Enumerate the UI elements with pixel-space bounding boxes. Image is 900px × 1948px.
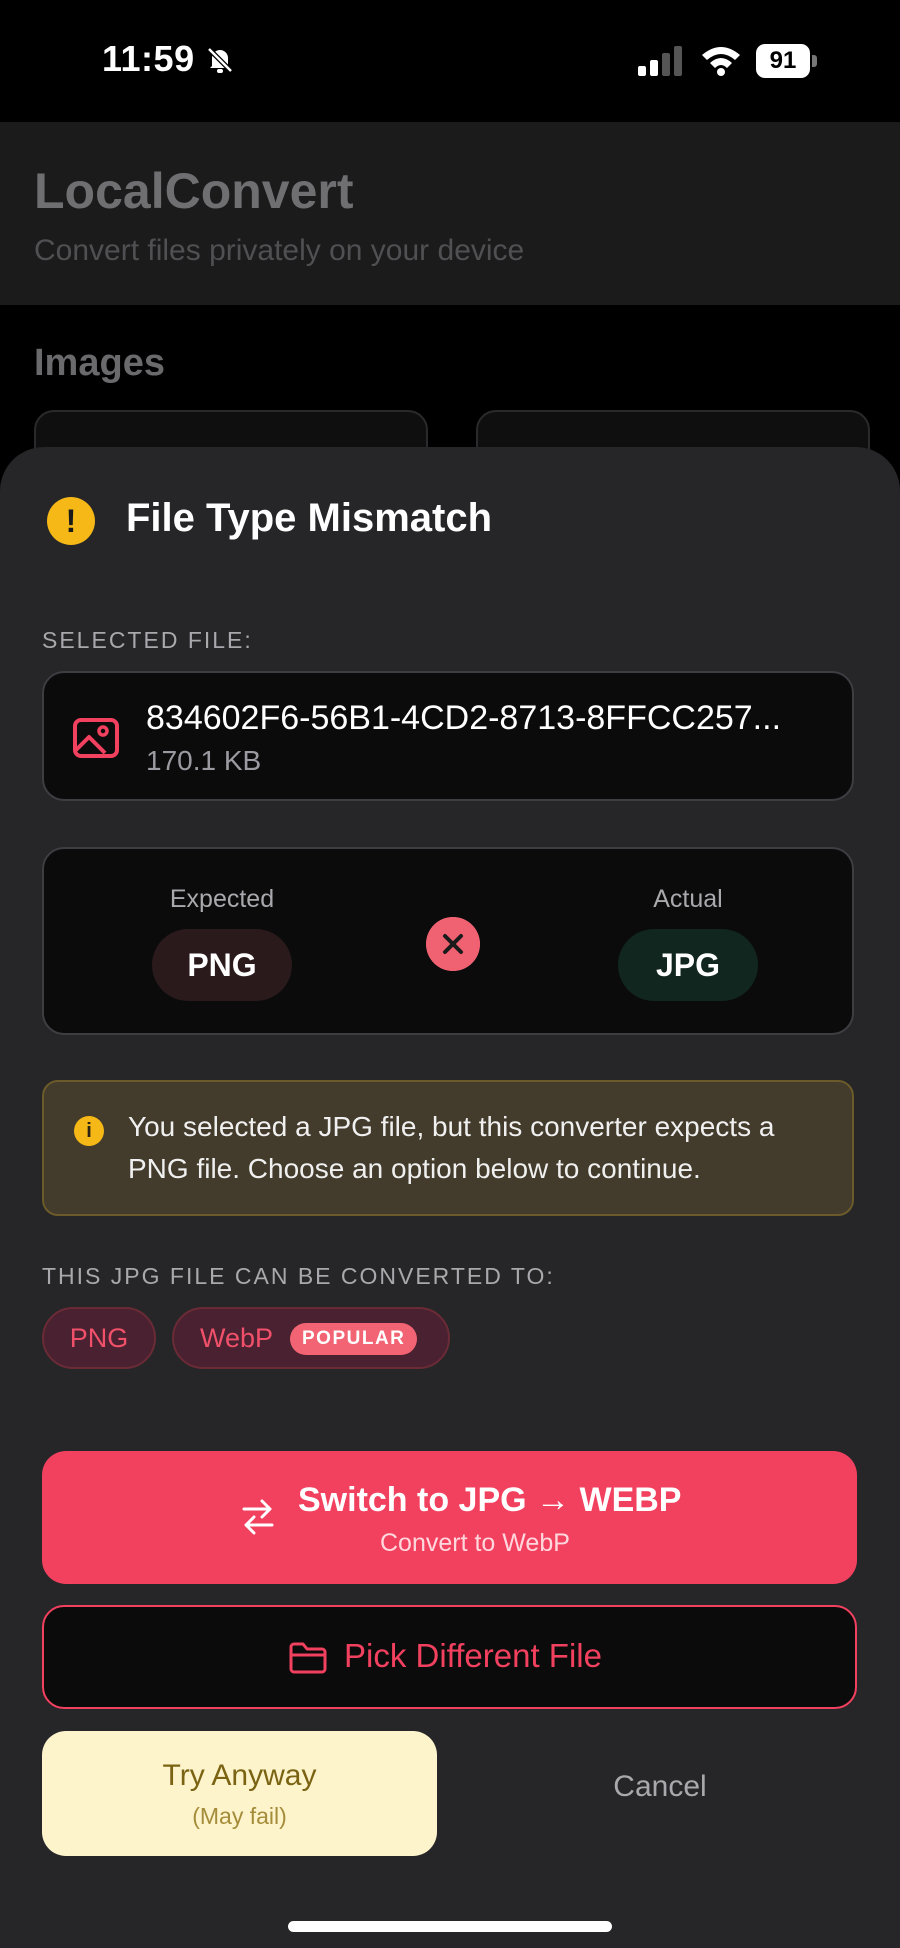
battery-icon: 91 bbox=[756, 44, 818, 78]
type-comparison-card: Expected PNG Actual JPG bbox=[42, 847, 854, 1035]
status-bar: 11:59 91 bbox=[0, 0, 900, 122]
image-file-icon bbox=[73, 718, 119, 758]
app-subtitle: Convert files privately on your device bbox=[34, 234, 525, 267]
app-title: LocalConvert bbox=[34, 163, 354, 219]
pick-file-label: Pick Different File bbox=[344, 1637, 602, 1674]
actual-type-badge: JPG bbox=[618, 929, 758, 1001]
bell-slash-icon bbox=[207, 47, 233, 73]
selected-file-label: SELECTED FILE: bbox=[42, 627, 253, 653]
format-chip-png[interactable]: PNG bbox=[42, 1307, 156, 1369]
swap-arrows-icon bbox=[242, 1499, 274, 1535]
selected-file-card: 834602F6-56B1-4CD2-8713-8FFCC257... 170.… bbox=[42, 671, 854, 801]
switch-button-label: Switch to JPG → WEBP bbox=[298, 1481, 682, 1519]
home-indicator bbox=[288, 1921, 612, 1932]
expected-type-badge: PNG bbox=[152, 929, 292, 1001]
cancel-button[interactable]: Cancel bbox=[560, 1770, 760, 1820]
pick-different-file-button[interactable]: Pick Different File bbox=[42, 1605, 857, 1709]
app-header: LocalConvert Convert files privately on … bbox=[0, 122, 900, 305]
status-time: 11:59 bbox=[102, 38, 195, 79]
try-anyway-button[interactable]: Try Anyway (May fail) bbox=[42, 1731, 437, 1856]
try-anyway-sublabel: (May fail) bbox=[192, 1803, 287, 1829]
popular-badge: POPULAR bbox=[290, 1323, 418, 1355]
switch-button-sublabel: Convert to WebP bbox=[380, 1529, 570, 1557]
signal-icon bbox=[638, 46, 682, 76]
section-title: Images bbox=[34, 342, 165, 384]
switch-converter-button[interactable]: Switch to JPG → WEBP Convert to WebP bbox=[42, 1451, 857, 1584]
actual-label: Actual bbox=[653, 885, 723, 913]
battery-level: 91 bbox=[756, 44, 810, 78]
wifi-icon bbox=[702, 47, 740, 76]
warning-icon: ! bbox=[47, 497, 95, 545]
try-anyway-label: Try Anyway bbox=[162, 1759, 317, 1792]
info-icon: i bbox=[74, 1116, 104, 1146]
folder-icon bbox=[289, 1642, 327, 1674]
sheet-title: File Type Mismatch bbox=[126, 496, 493, 540]
file-size: 170.1 KB bbox=[146, 745, 262, 776]
mismatch-x-icon bbox=[426, 917, 480, 971]
format-chip-label: WebP bbox=[200, 1323, 274, 1353]
info-text: You selected a JPG file, but this conver… bbox=[128, 1111, 775, 1184]
file-name: 834602F6-56B1-4CD2-8713-8FFCC257... bbox=[146, 699, 782, 737]
mismatch-info-box: i You selected a JPG file, but this conv… bbox=[42, 1080, 854, 1216]
expected-label: Expected bbox=[169, 885, 275, 913]
convertible-formats-label: THIS JPG FILE CAN BE CONVERTED TO: bbox=[42, 1263, 555, 1289]
format-chip-webp[interactable]: WebP POPULAR bbox=[172, 1307, 450, 1369]
